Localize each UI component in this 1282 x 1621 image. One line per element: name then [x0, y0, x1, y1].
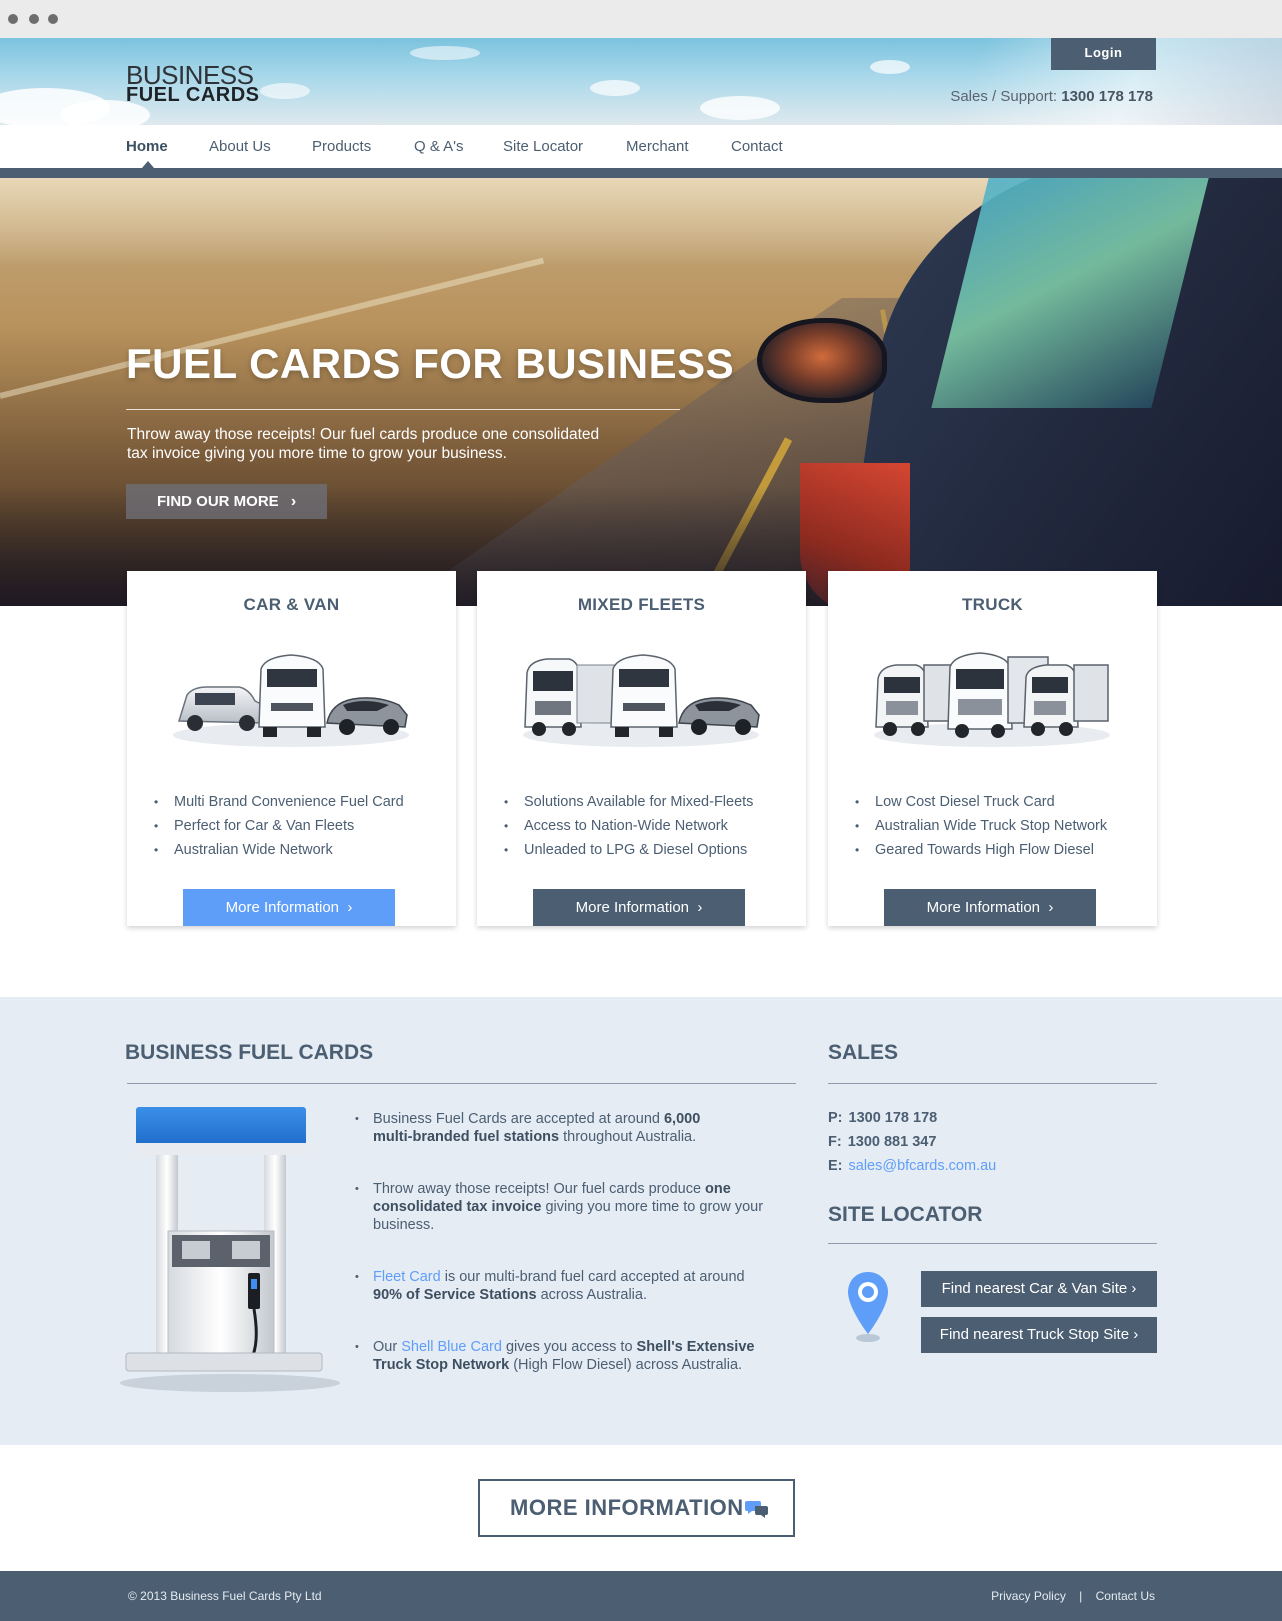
section-divider — [127, 1083, 796, 1084]
sales-support-contact: Sales / Support: 1300 178 178 — [950, 88, 1153, 105]
list-item: Access to Nation-Wide Network — [504, 814, 753, 838]
chevron-right-icon: › — [290, 493, 297, 510]
find-nearest-truck-stop-site-button[interactable]: Find nearest Truck Stop Site › — [921, 1317, 1157, 1353]
logo-line-fuel-cards: FUEL CARDS — [126, 84, 260, 106]
footer-links: Privacy Policy | Contact Us — [991, 1589, 1155, 1603]
card-feature-list: Low Cost Diesel Truck Card Australian Wi… — [855, 790, 1107, 862]
nav-item-about-us[interactable]: About Us — [209, 138, 271, 155]
nav-item-contact[interactable]: Contact — [731, 138, 783, 155]
list-item: Perfect for Car & Van Fleets — [154, 814, 404, 838]
hero-title: FUEL CARDS FOR BUSINESS — [126, 340, 735, 387]
more-information-label: MORE INFORMATION — [510, 1495, 744, 1520]
support-phone[interactable]: 1300 178 178 — [1061, 88, 1153, 105]
sales-email-link[interactable]: sales@bfcards.com.au — [849, 1158, 997, 1174]
button-label: More Information — [575, 899, 690, 916]
more-information-button-car-van[interactable]: More Information › — [183, 889, 395, 926]
list-item: Our Shell Blue Card gives you access to … — [355, 1338, 795, 1374]
chevron-right-icon: › — [1127, 1280, 1137, 1297]
privacy-policy-link[interactable]: Privacy Policy — [991, 1589, 1066, 1603]
find-out-more-button[interactable]: FIND OUR MORE › — [126, 484, 327, 519]
chevron-right-icon: › — [693, 899, 703, 916]
support-label: Sales / Support: — [950, 88, 1058, 105]
chevron-right-icon: › — [343, 899, 353, 916]
main-navigation: Home About Us Products Q & A's Site Loca… — [0, 125, 1282, 168]
card-feature-list: Multi Brand Convenience Fuel Card Perfec… — [154, 790, 404, 862]
hero-subtitle-line-2: tax invoice giving you more time to grow… — [127, 445, 507, 462]
trucks-image — [874, 652, 1110, 747]
list-item: Solutions Available for Mixed-Fleets — [504, 790, 753, 814]
more-information-button-truck[interactable]: More Information › — [884, 889, 1096, 926]
card-title: MIXED FLEETS — [577, 595, 706, 614]
nav-item-home[interactable]: Home — [126, 138, 168, 155]
side-mirror-image — [757, 318, 887, 403]
login-button[interactable]: Login — [1051, 38, 1156, 70]
site-logo[interactable]: BUSINESS FUEL CARDS — [126, 62, 260, 105]
product-card-car-van: CAR & VAN Multi Brand Convenience Fuel C… — [127, 571, 456, 926]
mixed-fleet-vehicles-image — [523, 654, 760, 747]
sales-email: E: sales@bfcards.com.au — [828, 1158, 997, 1174]
sales-phone: P: 1300 178 178 — [828, 1110, 938, 1126]
button-label: More Information — [225, 899, 340, 916]
hero-subtitle-line-1: Throw away those receipts! Our fuel card… — [127, 426, 600, 443]
product-card-truck: TRUCK Low Cost Diesel Truck Card Austral… — [828, 571, 1157, 926]
site-header: BUSINESS FUEL CARDS Login Sales / Suppor… — [0, 38, 1282, 125]
window-minimize-dot[interactable] — [29, 14, 39, 24]
nav-divider-bar — [0, 168, 1282, 178]
button-label: More Information — [926, 899, 1041, 916]
copyright-text: © 2013 Business Fuel Cards Pty Ltd — [128, 1589, 322, 1603]
list-item: Multi Brand Convenience Fuel Card — [154, 790, 404, 814]
fuel-pump-image — [120, 1107, 340, 1392]
list-item: Geared Towards High Flow Diesel — [855, 838, 1107, 862]
active-nav-indicator — [142, 161, 154, 168]
section-title-sales: SALES — [828, 1041, 899, 1064]
more-information-button[interactable]: MORE INFORMATION — [478, 1479, 795, 1537]
chevron-right-icon: › — [1044, 899, 1054, 916]
nav-item-products[interactable]: Products — [312, 138, 371, 155]
nav-item-site-locator[interactable]: Site Locator — [503, 138, 583, 155]
list-item: Throw away those receipts! Our fuel card… — [355, 1180, 795, 1234]
hero-divider — [126, 409, 680, 410]
nav-item-merchant[interactable]: Merchant — [626, 138, 689, 155]
list-item: Fleet Card is our multi-brand fuel card … — [355, 1268, 795, 1304]
sales-fax: F: 1300 881 347 — [828, 1134, 937, 1150]
benefits-list: Business Fuel Cards are accepted at arou… — [355, 1110, 795, 1408]
find-out-more-label: FIND OUR MORE — [157, 493, 279, 510]
map-pin-icon — [848, 1272, 888, 1342]
list-item: Business Fuel Cards are accepted at arou… — [355, 1110, 795, 1146]
contact-us-link[interactable]: Contact Us — [1096, 1589, 1155, 1603]
card-title: CAR & VAN — [243, 595, 340, 614]
nav-item-qa[interactable]: Q & A's — [414, 138, 464, 155]
card-title: TRUCK — [962, 595, 1023, 614]
hero-banner: FUEL CARDS FOR BUSINESS Throw away those… — [0, 178, 1282, 606]
site-locator-divider — [828, 1243, 1157, 1244]
sales-divider — [828, 1083, 1157, 1084]
footer-separator: | — [1079, 1589, 1083, 1603]
shell-blue-card-link[interactable]: Shell Blue Card — [401, 1339, 502, 1355]
business-fuel-cards-section: BUSINESS FUEL CARDS Business Fuel Cards … — [0, 997, 1282, 1445]
list-item: Australian Wide Truck Stop Network — [855, 814, 1107, 838]
site-footer: © 2013 Business Fuel Cards Pty Ltd Priva… — [0, 1571, 1282, 1621]
browser-chrome — [0, 0, 1282, 38]
card-feature-list: Solutions Available for Mixed-Fleets Acc… — [504, 790, 753, 862]
section-title-business-fuel-cards: BUSINESS FUEL CARDS — [125, 1041, 374, 1064]
car-and-van-vehicles-image — [173, 654, 409, 747]
chevron-right-icon: › — [1129, 1326, 1139, 1343]
list-item: Low Cost Diesel Truck Card — [855, 790, 1107, 814]
find-nearest-car-van-site-button[interactable]: Find nearest Car & Van Site › — [921, 1271, 1157, 1307]
chat-bubbles-icon — [745, 1501, 768, 1518]
list-item: Australian Wide Network — [154, 838, 404, 862]
window-close-dot[interactable] — [8, 14, 18, 24]
window-maximize-dot[interactable] — [48, 14, 58, 24]
list-item: Unleaded to LPG & Diesel Options — [504, 838, 753, 862]
more-information-button-mixed-fleets[interactable]: More Information › — [533, 889, 745, 926]
fleet-card-link[interactable]: Fleet Card — [373, 1269, 441, 1285]
product-card-mixed-fleets: MIXED FLEETS Solutions Available for Mix… — [477, 571, 806, 926]
section-title-site-locator: SITE LOCATOR — [828, 1203, 983, 1226]
hero-subtitle: Throw away those receipts! Our fuel card… — [127, 425, 667, 463]
